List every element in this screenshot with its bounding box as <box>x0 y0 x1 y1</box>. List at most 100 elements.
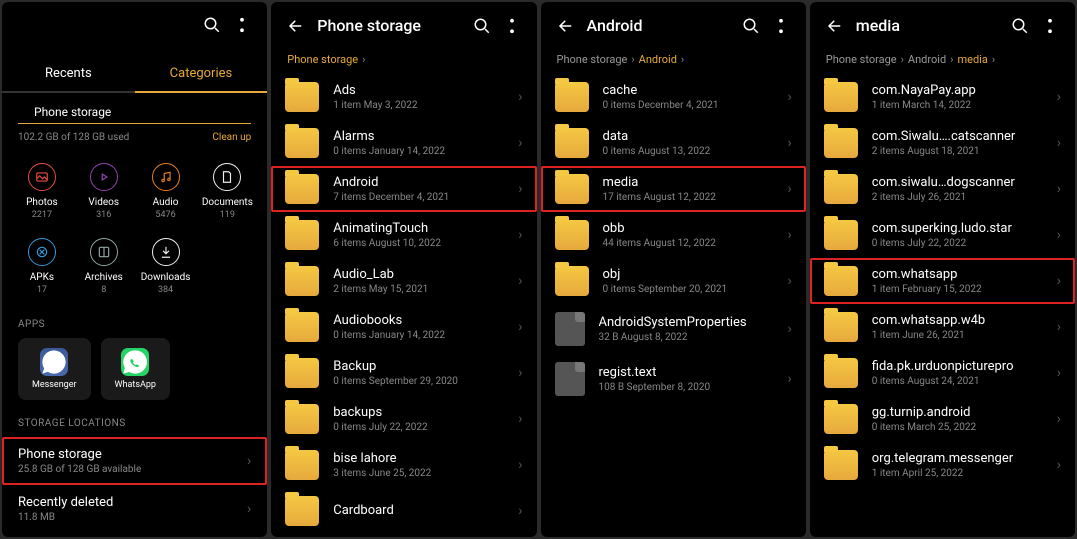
panel-android: Android Phone storage › Android › cache0 it… <box>541 2 806 537</box>
cleanup-button[interactable]: Clean up <box>212 132 251 143</box>
folder-icon <box>824 450 858 480</box>
folder-row[interactable]: Backup0 items September 29, 2020› <box>271 350 536 396</box>
item-name: bise lahore <box>333 451 504 466</box>
chevron-right-icon: › <box>1057 89 1061 105</box>
item-name: fida.pk.urduonpicturepro <box>872 359 1043 374</box>
back-icon[interactable] <box>826 17 844 35</box>
folder-row[interactable]: com.superking.ludo.star0 items July 22, … <box>810 212 1075 258</box>
file-list: Ads1 item May 3, 2022›Alarms0 items Janu… <box>271 74 536 537</box>
location-phone-storage[interactable]: Phone storage25.8 GB of 128 GB available… <box>2 437 267 485</box>
category-apks[interactable]: APKs17 <box>14 232 70 301</box>
photos-icon <box>28 163 56 191</box>
folder-row[interactable]: Cardboard› <box>271 488 536 534</box>
category-name: APKs <box>16 272 68 283</box>
item-meta: 1 item May 3, 2022 <box>333 100 504 111</box>
folder-row[interactable]: Alarms0 items January 14, 2022› <box>271 120 536 166</box>
folder-row[interactable]: cache0 items December 4, 2021› <box>541 74 806 120</box>
category-archives[interactable]: Archives8 <box>76 232 132 301</box>
app-messenger[interactable]: Messenger <box>18 338 91 400</box>
folder-row[interactable]: Audiobooks0 items January 14, 2022› <box>271 304 536 350</box>
folder-row[interactable]: Android7 items December 4, 2021› <box>271 166 536 212</box>
app-whatsapp[interactable]: WhatsApp <box>101 338 170 400</box>
breadcrumb-item[interactable]: Phone storage <box>826 53 897 66</box>
item-meta: 0 items January 14, 2022 <box>333 146 504 157</box>
chevron-right-icon: › <box>901 53 904 66</box>
chevron-right-icon: › <box>518 89 522 105</box>
folder-row[interactable]: AndroidSystemProperties 32 B August 8, 20… <box>541 304 806 354</box>
breadcrumb-item[interactable]: Phone storage <box>557 53 628 66</box>
item-name: data <box>603 129 774 144</box>
chevron-right-icon: › <box>518 273 522 289</box>
item-name: AndroidSystemProperties <box>599 315 774 330</box>
topbar: media <box>810 2 1075 49</box>
item-meta: 108 B September 8, 2020 <box>599 382 774 393</box>
item-name: cache <box>603 83 774 98</box>
folder-row[interactable]: org.telegram.messenger1 item April 25, 2… <box>810 442 1075 488</box>
more-icon[interactable] <box>503 17 521 35</box>
category-count: 384 <box>140 285 192 295</box>
folder-row[interactable]: obb44 items August 12, 2022› <box>541 212 806 258</box>
back-icon[interactable] <box>287 17 305 35</box>
item-name: regist.text <box>599 365 774 380</box>
folder-row[interactable]: com.siwalu…dogscanner2 items July 26, 20… <box>810 166 1075 212</box>
chevron-right-icon: › <box>788 371 792 387</box>
chevron-right-icon: › <box>1057 227 1061 243</box>
back-icon[interactable] <box>557 17 575 35</box>
folder-row[interactable]: com.Siwalu….catscanner2 items August 18,… <box>810 120 1075 166</box>
panel-phone-storage: Phone storage Phone storage› Ads1 item M… <box>271 2 536 537</box>
folder-row[interactable]: bise lahore3 items June 25, 2022› <box>271 442 536 488</box>
category-audio[interactable]: Audio5476 <box>138 157 194 226</box>
category-downloads[interactable]: Downloads384 <box>138 232 194 301</box>
folder-icon <box>285 496 319 526</box>
tab-categories[interactable]: Categories <box>135 56 268 93</box>
chevron-right-icon: › <box>788 227 792 243</box>
breadcrumb-item[interactable]: Android <box>639 53 677 66</box>
folder-row[interactable]: Ads1 item May 3, 2022› <box>271 74 536 120</box>
search-icon[interactable] <box>203 16 221 34</box>
folder-row[interactable]: gg.turnip.android0 items March 25, 2022› <box>810 396 1075 442</box>
folder-row[interactable]: fida.pk.urduonpicturepro0 items August 2… <box>810 350 1075 396</box>
whatsapp-icon <box>121 348 149 376</box>
folder-row[interactable]: obj0 items September 20, 2021› <box>541 258 806 304</box>
folder-row[interactable]: com.whatsapp.w4b1 item June 26, 2021› <box>810 304 1075 350</box>
page-title: Android <box>587 16 730 35</box>
folder-row[interactable]: media17 items August 12, 2022› <box>541 166 806 212</box>
location-recently-deleted[interactable]: Recently deleted11.8 MB› <box>2 485 267 533</box>
topbar: Phone storage <box>271 2 536 49</box>
more-icon[interactable] <box>233 16 251 34</box>
breadcrumb-item[interactable]: Phone storage <box>287 53 358 66</box>
folder-row[interactable]: regist.text 108 B September 8, 2020 › <box>541 354 806 404</box>
category-documents[interactable]: Documents119 <box>199 157 255 226</box>
topbar: Android <box>541 2 806 49</box>
chevron-right-icon: › <box>1057 273 1061 289</box>
category-photos[interactable]: Photos2217 <box>14 157 70 226</box>
folder-row[interactable]: Audio_Lab2 items May 15, 2021› <box>271 258 536 304</box>
more-icon[interactable] <box>772 17 790 35</box>
item-meta: 0 items July 22, 2022 <box>333 422 504 433</box>
chevron-right-icon: › <box>1057 411 1061 427</box>
folder-row[interactable]: AnimatingTouch6 items August 10, 2022› <box>271 212 536 258</box>
more-icon[interactable] <box>1041 17 1059 35</box>
folder-row[interactable]: com.NayaPay.app1 item March 14, 2022› <box>810 74 1075 120</box>
folder-row[interactable]: data0 items August 13, 2022› <box>541 120 806 166</box>
breadcrumb-item[interactable]: Android <box>908 53 946 66</box>
search-icon[interactable] <box>1011 17 1029 35</box>
breadcrumb-item[interactable]: media <box>957 53 987 66</box>
item-meta: 7 items December 4, 2021 <box>333 192 504 203</box>
folder-row[interactable]: com.whatsapp1 item February 15, 2022› <box>810 258 1075 304</box>
folder-icon <box>555 174 589 204</box>
tab-recents[interactable]: Recents <box>2 56 135 93</box>
chevron-right-icon: › <box>1057 457 1061 473</box>
location-meta: 11.8 MB <box>18 512 247 523</box>
item-name: gg.turnip.android <box>872 405 1043 420</box>
item-meta: 1 item June 26, 2021 <box>872 330 1043 341</box>
item-name: com.NayaPay.app <box>872 83 1043 98</box>
search-icon[interactable] <box>473 17 491 35</box>
file-icon <box>555 312 585 346</box>
item-name: com.Siwalu….catscanner <box>872 129 1043 144</box>
category-videos[interactable]: Videos316 <box>76 157 132 226</box>
item-meta: 32 B August 8, 2022 <box>599 332 774 343</box>
search-icon[interactable] <box>742 17 760 35</box>
folder-row[interactable]: backups0 items July 22, 2022› <box>271 396 536 442</box>
folder-icon <box>285 358 319 388</box>
